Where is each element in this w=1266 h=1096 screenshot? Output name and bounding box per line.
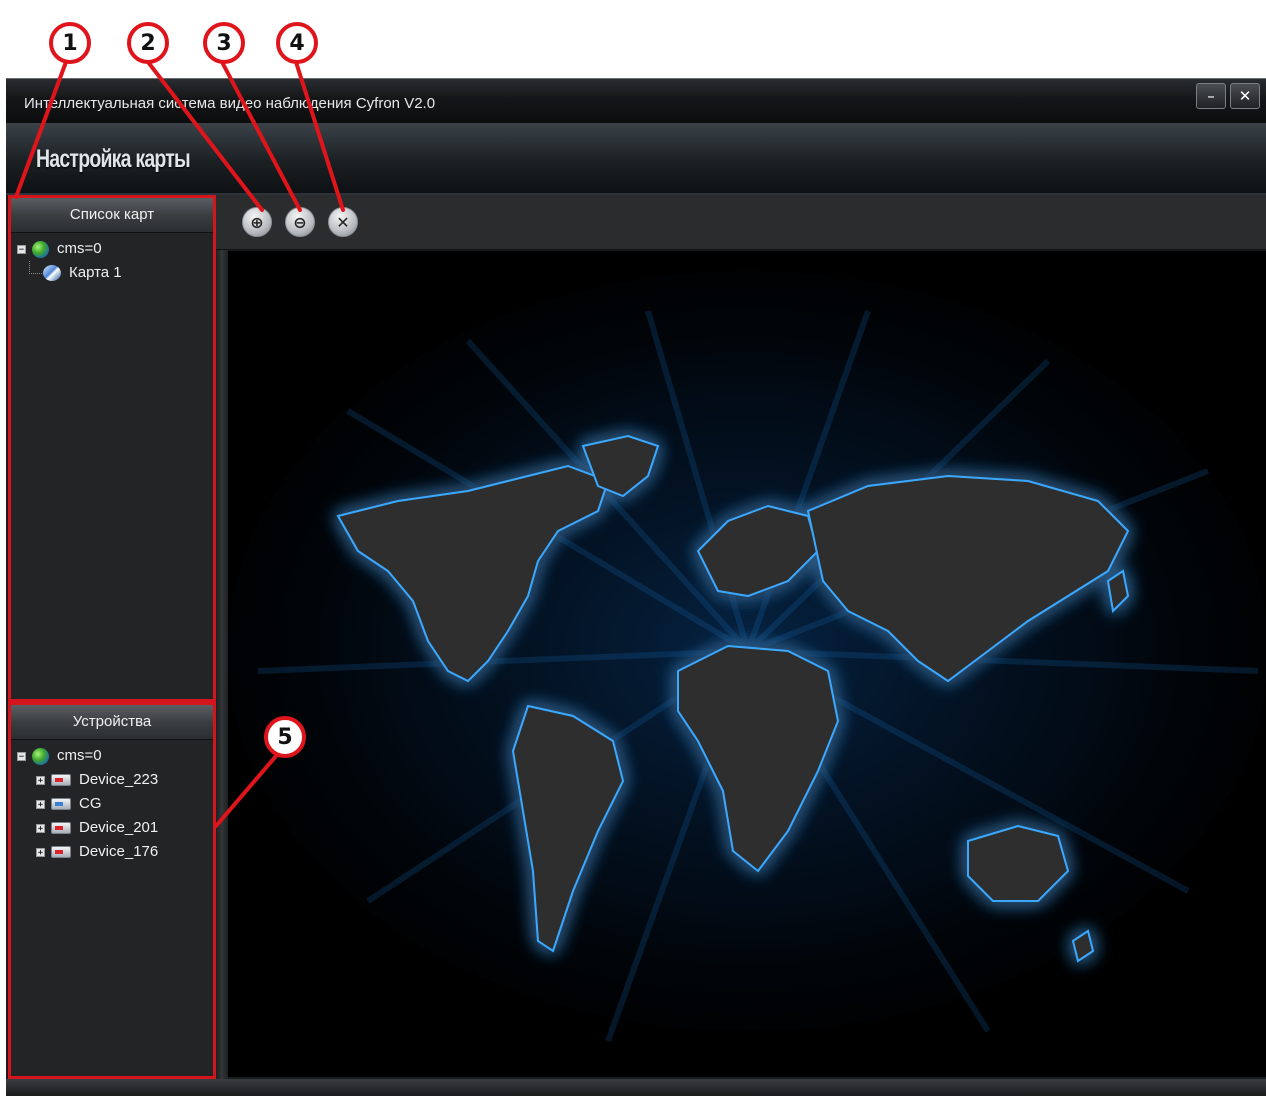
device-label: Device_223 bbox=[79, 771, 159, 788]
map-tree: − cms=0 Карта 1 bbox=[11, 233, 213, 285]
minimize-button[interactable]: – bbox=[1196, 83, 1226, 109]
page-title: Настройка карты bbox=[36, 145, 191, 173]
device-label: Device_176 bbox=[79, 843, 159, 860]
collapse-icon[interactable]: − bbox=[17, 751, 26, 761]
map-item-label: Карта 1 bbox=[69, 264, 122, 281]
devices-title: Устройства bbox=[11, 705, 213, 740]
device-item-176[interactable]: + Device_176 bbox=[17, 840, 213, 864]
globe-icon bbox=[32, 240, 49, 258]
map-list-panel: Список карт − cms=0 Карта 1 bbox=[8, 195, 216, 702]
device-tree: − cms=0 + Device_223 + CG + Device_201 + bbox=[11, 740, 213, 864]
status-bar bbox=[6, 1079, 1266, 1096]
callout-2: 2 bbox=[127, 22, 169, 64]
device-offline-icon bbox=[51, 774, 71, 786]
zoom-in-button[interactable]: ⊕ bbox=[242, 207, 272, 237]
delete-button[interactable]: ✕ bbox=[328, 207, 358, 237]
map-view[interactable] bbox=[228, 251, 1266, 1077]
device-item-cg[interactable]: + CG bbox=[17, 792, 213, 816]
expand-icon[interactable]: + bbox=[36, 799, 45, 809]
title-bar: Интеллектуальная система видео наблюдени… bbox=[6, 79, 1266, 123]
expand-icon[interactable]: + bbox=[36, 847, 45, 857]
device-offline-icon bbox=[51, 846, 71, 858]
map-list-title: Список карт bbox=[11, 198, 213, 233]
device-item-223[interactable]: + Device_223 bbox=[17, 768, 213, 792]
callout-1: 1 bbox=[49, 22, 91, 64]
device-tree-root-label: cms=0 bbox=[57, 747, 102, 764]
expand-icon[interactable]: + bbox=[36, 775, 45, 785]
globe-icon bbox=[32, 747, 49, 765]
callout-3: 3 bbox=[203, 22, 245, 64]
panel-splitter[interactable] bbox=[216, 195, 228, 1079]
devices-panel: Устройства − cms=0 + Device_223 + CG + D… bbox=[8, 702, 216, 1079]
map-tree-root[interactable]: − cms=0 bbox=[17, 237, 213, 261]
collapse-icon[interactable]: − bbox=[17, 244, 26, 254]
expand-icon[interactable]: + bbox=[36, 823, 45, 833]
device-offline-icon bbox=[51, 822, 71, 834]
device-tree-root[interactable]: − cms=0 bbox=[17, 744, 213, 768]
device-item-201[interactable]: + Device_201 bbox=[17, 816, 213, 840]
window-title: Интеллектуальная система видео наблюдени… bbox=[24, 95, 436, 112]
world-map-image bbox=[228, 251, 1266, 1077]
tree-connector bbox=[29, 261, 42, 274]
page-header: Настройка карты bbox=[6, 123, 1266, 195]
map-tree-root-label: cms=0 bbox=[57, 240, 102, 257]
app-window: Интеллектуальная система видео наблюдени… bbox=[6, 78, 1266, 1096]
device-online-icon bbox=[51, 798, 71, 810]
device-label: CG bbox=[79, 795, 102, 812]
map-icon bbox=[43, 265, 61, 281]
device-label: Device_201 bbox=[79, 819, 159, 836]
callout-4: 4 bbox=[276, 22, 318, 64]
map-toolbar: ⊕ ⊖ ✕ bbox=[216, 195, 1266, 250]
callout-5: 5 bbox=[264, 716, 306, 758]
close-window-button[interactable]: ✕ bbox=[1230, 83, 1260, 109]
map-item[interactable]: Карта 1 bbox=[17, 261, 213, 285]
zoom-out-button[interactable]: ⊖ bbox=[285, 207, 315, 237]
